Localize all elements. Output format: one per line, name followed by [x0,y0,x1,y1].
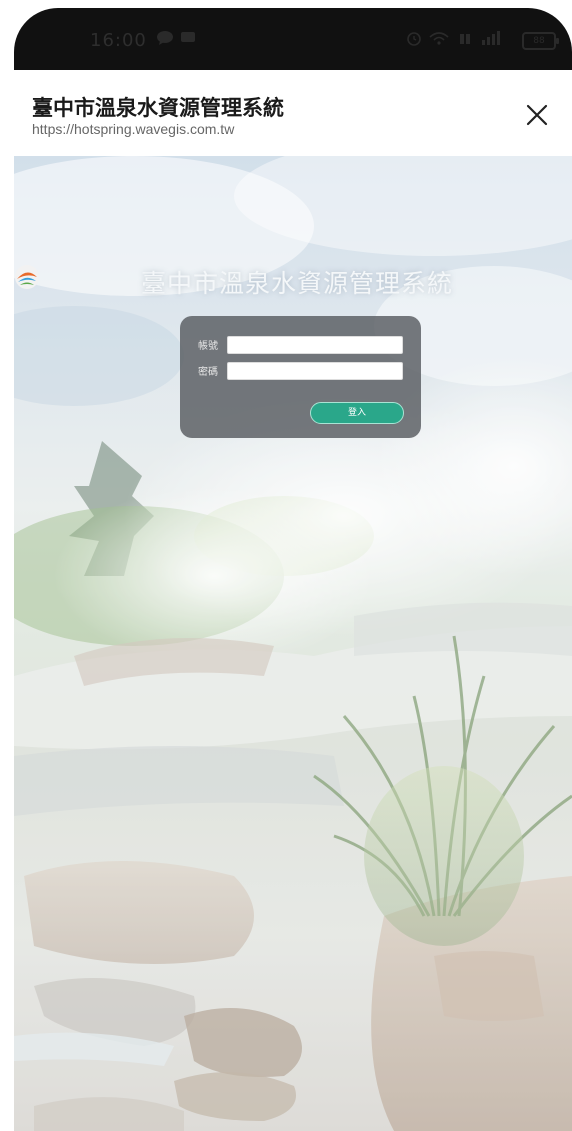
login-button[interactable]: 登入 [310,402,404,424]
hot-spring-background-image [14,156,572,1131]
password-label: 密碼 [198,367,218,378]
close-button[interactable] [522,100,552,130]
phone-screen: 16:00 88 臺中市溫泉水資源管理系統 https://hotspring.… [14,8,572,1131]
message-icon [156,30,174,50]
page-title: 臺中市溫泉水資源管理系統 [32,96,284,120]
password-input[interactable] [227,362,403,380]
image-icon [180,30,196,48]
background-scene: 臺中市溫泉水資源管理系統 帳號 密碼 登入 [14,156,572,1131]
battery-icon: 88 [522,32,559,50]
account-input[interactable] [227,336,403,354]
account-label: 帳號 [198,341,218,352]
wifi-icon [428,30,450,50]
page-url: https://hotspring.wavegis.com.tw [32,121,235,137]
status-time: 16:00 [90,30,147,51]
alarm-icon [406,30,422,50]
app-header: 臺中市溫泉水資源管理系統 https://hotspring.wavegis.c… [14,70,572,157]
close-icon [526,104,548,126]
brand-title: 臺中市溫泉水資源管理系統 [140,269,453,298]
brand-header: 臺中市溫泉水資源管理系統 [14,264,572,300]
login-panel: 帳號 密碼 登入 [180,316,421,438]
status-bar: 16:00 88 [14,8,572,70]
signal-icon [458,30,514,50]
